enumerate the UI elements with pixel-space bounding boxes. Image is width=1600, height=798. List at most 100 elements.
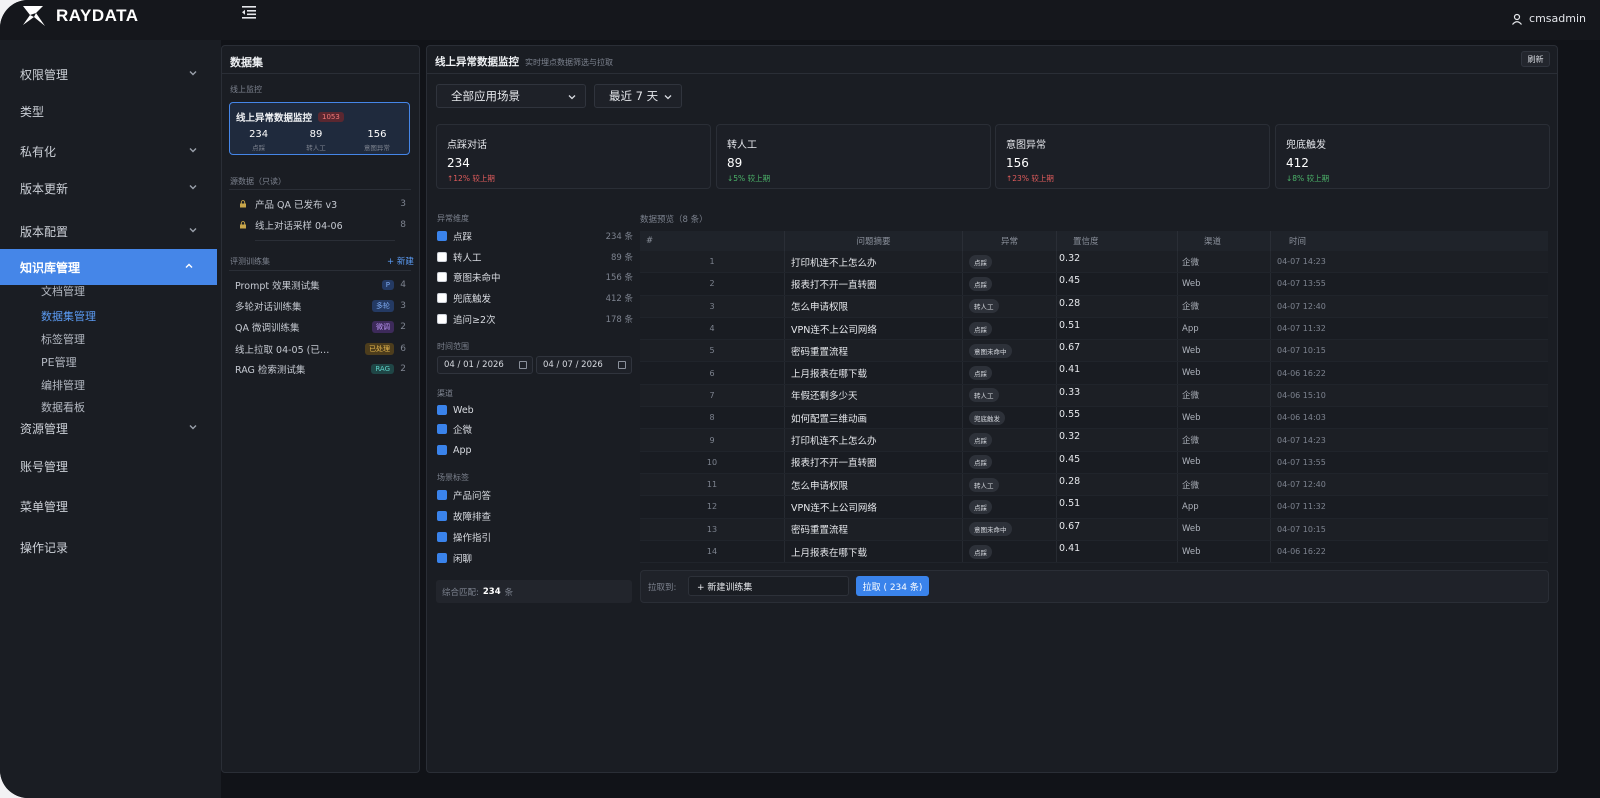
checkbox[interactable] [437,293,447,303]
refresh-button[interactable]: 刷新 [1521,51,1550,67]
stat-card-transfer: 转人工 89 ↓5% 较上期 [716,124,991,189]
checkbox[interactable] [437,272,447,282]
filter-scene-troubleshoot[interactable]: 故障排查 [437,509,633,523]
sidebar-item-private[interactable]: 私有化 [0,133,221,169]
eval-set-item[interactable]: RAG 检索测试集 RAG 2 [235,361,410,377]
sidebar-item-version-config[interactable]: 版本配置 [0,213,221,249]
row-channel: Web [1178,451,1271,473]
anomaly-tag: 点踩 [969,254,992,269]
checkbox[interactable] [437,445,447,455]
table-row[interactable]: 7 年假还剩多少天 转人工 0.33 企微 04-06 15:10 [640,384,1548,408]
row-time: 04-07 10:15 [1277,524,1326,534]
row-index: 6 [640,362,785,384]
row-anomaly: 点踩 [963,362,1057,384]
row-summary: 如何配置三维动画 [785,407,963,429]
row-index: 9 [640,429,785,451]
checkbox[interactable] [437,553,447,563]
eval-set-item[interactable]: Prompt 效果测试集 P 4 [235,277,410,293]
row-confidence: 0.51 [1057,496,1178,518]
checkbox[interactable] [437,511,447,521]
filter-scene-guide[interactable]: 操作指引 [437,530,633,544]
row-confidence: 0.28 [1057,295,1178,317]
row-anomaly: 点踩 [963,496,1057,518]
sidebar-sub-orchestration[interactable]: 编排管理 [41,377,85,393]
table-row[interactable]: 8 如何配置三维动画 兜底触发 0.55 Web 04-06 14:03 [640,407,1548,430]
filter-anomaly-transfer[interactable]: 转人工 89 条 [437,250,633,264]
table-row[interactable]: 2 报表打不开一直转圈 点踩 0.45 Web 04-07 13:55 [640,273,1548,296]
filter-channel-wecom[interactable]: 企微 [437,422,633,436]
eval-sets-label: 评测训练集 [230,257,270,266]
anomaly-tag: 转人工 [969,388,999,403]
filter-anomaly-followup[interactable]: 追问≥2次 178 条 [437,312,633,326]
sidebar-sub-documents[interactable]: 文档管理 [41,283,85,299]
sidebar-item-permissions[interactable]: 权限管理 [0,56,221,92]
checkbox[interactable] [437,314,447,324]
row-confidence: 0.32 [1057,429,1178,451]
channel-filter-title: 渠道 [437,389,453,398]
sidebar-item-resources[interactable]: 资源管理 [0,410,221,446]
anomaly-tag: 兜底触发 [969,410,1005,425]
brand-logo-icon [23,6,45,26]
time-range-select[interactable]: 最近 7 天 [594,84,682,108]
table-row[interactable]: 11 怎么申请权限 转人工 0.28 企微 04-07 12:40 [640,473,1548,497]
table-row[interactable]: 3 怎么申请权限 转人工 0.28 企微 04-07 12:40 [640,295,1548,318]
row-confidence: 0.67 [1057,518,1178,540]
checkbox[interactable] [437,532,447,542]
scene-select[interactable]: 全部应用场景 [436,84,586,108]
sidebar-item-types[interactable]: 类型 [0,93,221,129]
sidebar-sub-tags[interactable]: 标签管理 [41,331,85,347]
chevron-down-icon [189,185,197,190]
row-anomaly: 兜底触发 [963,407,1057,429]
row-channel: Web [1178,518,1271,540]
table-row[interactable]: 5 密码重置流程 意图未命中 0.67 Web 04-07 10:15 [640,340,1548,363]
sidebar-item-accounts[interactable]: 账号管理 [0,448,221,484]
pull-button[interactable]: 拉取 ( 234 条) [856,576,929,596]
checkbox[interactable] [437,490,447,500]
filter-scene-chat[interactable]: 闲聊 [437,551,633,565]
date-to-input[interactable]: 04 / 07 / 2026 [536,356,632,374]
table-row[interactable]: 6 上月报表在哪下载 点踩 0.41 Web 04-06 16:22 [640,362,1548,385]
sidebar-sub-pe[interactable]: PE管理 [41,354,77,370]
table-row[interactable]: 14 上月报表在哪下载 点踩 0.41 Web 04-06 16:22 [640,540,1548,564]
new-dataset-link[interactable]: + 新建 [387,255,414,267]
sidebar-item-logs[interactable]: 操作记录 [0,529,221,565]
filter-channel-app[interactable]: App [437,443,633,457]
table-row[interactable]: 13 密码重置流程 意图未命中 0.67 Web 04-07 10:15 [640,518,1548,541]
sidebar-item-menus[interactable]: 菜单管理 [0,488,221,524]
source-data-label: 源数据（只读） [230,177,286,186]
filter-anomaly-intent-miss[interactable]: 意图未命中 156 条 [437,270,633,284]
eval-set-item[interactable]: 多轮对话训练集 多轮 3 [235,298,410,314]
table-row[interactable]: 4 VPN连不上公司网络 点踩 0.51 App 04-07 11:32 [640,317,1548,341]
row-time: 04-07 13:55 [1277,457,1326,467]
filter-scene-product-qa[interactable]: 产品问答 [437,488,633,502]
eval-set-item[interactable]: 线上拉取 04-05 (已… 已处理 6 [235,341,410,357]
row-channel: Web [1178,407,1271,429]
menu-collapse-icon[interactable] [240,3,260,23]
checkbox[interactable] [437,424,447,434]
source-item[interactable]: 产品 QA 已发布 v3 3 [235,196,410,212]
filter-anomaly-dislike[interactable]: 点踩 234 条 [437,229,633,243]
table-row[interactable]: 10 报表打不开一直转圈 点踩 0.45 Web 04-07 13:55 [640,451,1548,474]
filter-anomaly-fallback[interactable]: 兜底触发 412 条 [437,291,633,305]
checkbox[interactable] [437,405,447,415]
table-row[interactable]: 12 VPN连不上公司网络 点踩 0.51 App 04-07 11:32 [640,496,1548,519]
sidebar-sub-datasets[interactable]: 数据集管理 [41,308,96,324]
date-from-input[interactable]: 04 / 01 / 2026 [437,356,533,374]
chevron-down-icon [189,228,197,233]
eval-set-item[interactable]: QA 微调训练集 微调 2 [235,319,410,335]
sidebar-item-version-updates[interactable]: 版本更新 [0,170,221,206]
table-row[interactable]: 9 打印机连不上怎么办 点踩 0.32 企微 04-07 14:23 [640,429,1548,452]
sidebar-item-knowledge-base[interactable]: 知识库管理 [0,249,217,285]
user-menu[interactable]: cmsadmin [1511,12,1586,25]
filter-channel-web[interactable]: Web [437,403,633,417]
pull-target-select[interactable]: + 新建训练集 [688,576,849,596]
checkbox[interactable] [437,231,447,241]
checkbox[interactable] [437,252,447,262]
row-summary: 上月报表在哪下载 [785,540,963,563]
table-row[interactable]: 1 打印机连不上怎么办 点踩 0.32 企微 04-07 14:23 [640,251,1548,274]
anomaly-tag: 点踩 [969,499,992,514]
source-item[interactable]: 线上对话采样 04-06 8 [235,217,410,233]
stat-card-intent: 意图异常 156 ↑23% 较上期 [995,124,1270,189]
online-monitor-card[interactable]: 线上异常数据监控 1053 234 点踩 89 转人工 156 意图异常 [229,102,410,155]
row-summary: 怎么申请权限 [785,473,963,496]
